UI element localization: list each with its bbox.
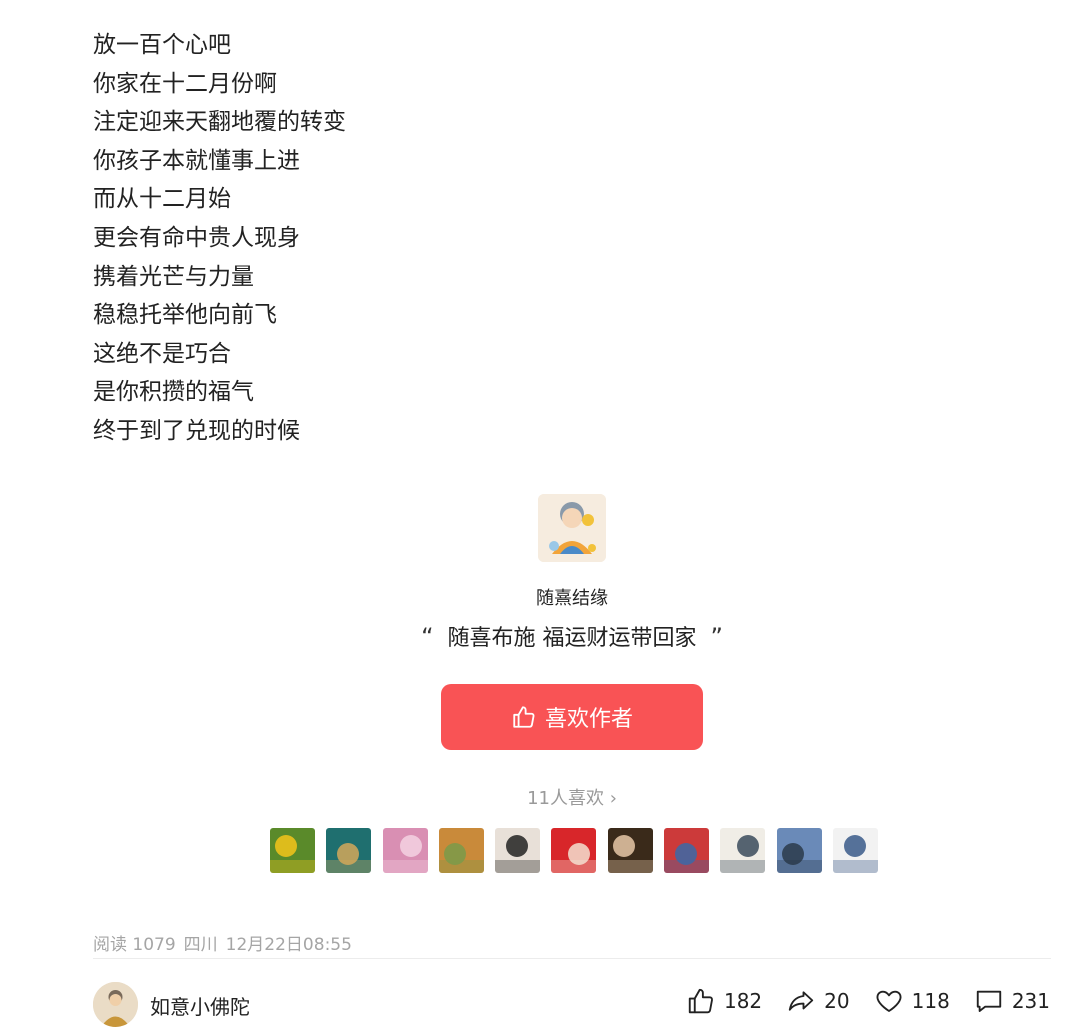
thumbs-up-icon [688,988,713,1014]
like-author-button-label: 喜欢作者 [544,707,633,732]
like-count-link[interactable]: 11人喜欢 › [472,784,672,810]
fan-avatar-buddha-figure[interactable] [326,828,372,873]
thumbs-up-icon [513,706,535,728]
poem-line: 是你积攒的福气 [93,379,254,406]
poem-line: 而从十二月始 [93,186,231,213]
action-bar: 182 20 118 231 [686,986,1050,1016]
fan-avatar-red-tulips[interactable] [664,828,710,873]
poem-line: 你孩子本就懂事上进 [93,147,300,174]
quote-text: 随喜布施 福运财运带回家 [447,626,697,651]
poem-line: 注定迎来天翻地覆的转变 [93,109,346,136]
like-author-button[interactable]: 喜欢作者 [441,684,703,750]
share-arrow-icon [788,991,814,1011]
fan-avatar-yellow-flowers[interactable] [270,828,315,873]
poem-line: 更会有命中贵人现身 [93,224,300,251]
fan-avatar-woman-portrait[interactable] [607,828,653,873]
heart-icon [876,990,902,1012]
like-count: 182 [723,989,763,1013]
article-meta: 阅读 1079 四川 12月22日08:55 [93,930,360,955]
chevron-right-icon: › [609,788,617,809]
buddha-avatar-image [93,982,138,1027]
fan-avatar-girl-laptop[interactable] [832,828,878,873]
fan-avatar-cartoon-girl[interactable] [495,828,541,873]
comment-action[interactable]: 231 [974,986,1050,1016]
author-card-name[interactable]: 随熹结缘 [472,584,672,610]
location: 四川 [183,935,218,955]
divider [93,958,1051,959]
author-card-avatar[interactable] [538,494,606,562]
fan-avatar-list [270,828,878,873]
comment-count: 231 [1011,989,1050,1013]
fan-avatar-city-skyline[interactable] [776,828,822,873]
quote-open-mark: “ [421,623,434,651]
article-poem: 放一百个心吧 你家在十二月份啊 注定迎来天翻地覆的转变 你孩子本就懂事上进 而从… [93,26,346,451]
publish-time: 12月22日08:55 [225,935,352,955]
quote-close-mark: ” [710,623,723,651]
like-count-text: 11人喜欢 [527,788,604,809]
poem-line: 稳稳托举他向前飞 [93,302,277,329]
favorite-action[interactable]: 118 [874,986,950,1016]
author-avatar[interactable] [93,982,138,1027]
fan-avatar-calligraphy[interactable] [720,828,766,873]
author-name[interactable]: 如意小佛陀 [150,991,250,1020]
poem-line: 放一百个心吧 [93,32,231,58]
poem-line: 你家在十二月份啊 [93,70,277,97]
like-action[interactable]: 182 [686,986,762,1016]
fan-avatar-pink-blossom[interactable] [382,828,428,873]
poem-line: 这绝不是巧合 [93,340,231,367]
fan-avatar-red-cartoon[interactable] [551,828,597,873]
comment-bubble-icon [976,990,1001,1012]
read-count: 阅读 1079 [93,935,176,955]
poem-line: 终于到了兑现的时候 [93,417,300,444]
fan-avatar-sunset-field[interactable] [438,828,484,873]
poem-line: 携着光芒与力量 [93,263,254,290]
buddha-child-avatar-image [538,494,606,562]
share-action[interactable]: 20 [786,986,850,1016]
favorite-count: 118 [911,989,950,1013]
share-count: 20 [824,989,850,1013]
author-card-quote: “ 随喜布施 福运财运带回家 ” [372,620,772,652]
